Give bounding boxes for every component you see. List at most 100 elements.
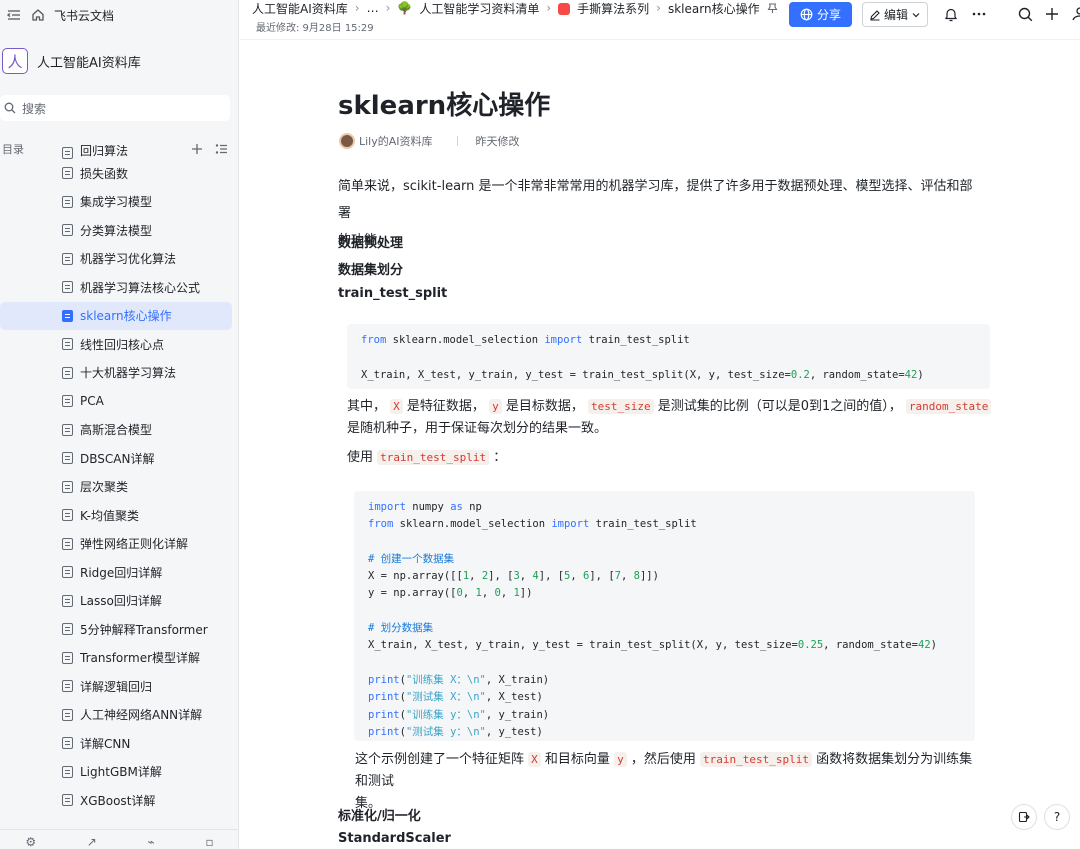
sidebar-item[interactable]: DBSCAN详解	[0, 444, 232, 473]
document-icon	[62, 566, 73, 579]
document-icon	[62, 537, 73, 550]
text: 和目标向量	[544, 752, 610, 767]
sidebar-item[interactable]: PCA	[0, 387, 232, 416]
space-header[interactable]: 人 人工智能AI资料库	[0, 30, 238, 92]
sidebar-item-label: DBSCAN详解	[80, 451, 155, 466]
sidebar-item[interactable]: 分类算法模型	[0, 216, 232, 245]
sidebar-item[interactable]: sklearn核心操作	[0, 301, 232, 330]
document-icon	[62, 594, 73, 607]
breadcrumb-item-space[interactable]: 人工智能AI资料库	[252, 0, 348, 17]
document-icon	[62, 309, 73, 322]
share-icon[interactable]: ↗	[87, 835, 97, 849]
text: 是特征数据，	[406, 399, 485, 414]
search-input[interactable]: 搜索	[0, 95, 230, 121]
edit-button[interactable]: 编辑	[862, 2, 928, 27]
sidebar-item[interactable]: 集成学习模型	[0, 188, 232, 217]
sidebar-item-label: 5分钟解释Transformer	[80, 622, 208, 637]
home-icon[interactable]	[30, 7, 46, 23]
toc-list: 回归算法 损失函数集成学习模型 分类算法模型机器学习优化算法机器学习算法核心公式 sk…	[0, 145, 238, 815]
help-icon[interactable]: ?	[1044, 804, 1070, 830]
document-icon	[62, 680, 73, 693]
sidebar-item-label: 弹性网络正则化详解	[80, 537, 189, 552]
share-button[interactable]: 分享	[789, 2, 852, 27]
bell-icon[interactable]	[941, 4, 961, 24]
user-icon[interactable]	[1068, 4, 1080, 24]
text: 是目标数据，	[505, 399, 584, 414]
sidebar-item[interactable]: 线性回归核心点	[0, 330, 232, 359]
sidebar-item[interactable]: XGBoost详解	[0, 786, 232, 815]
inline-code: X	[528, 752, 541, 767]
sidebar-item[interactable]: 人工神经网络ANN详解	[0, 701, 232, 730]
document: sklearn核心操作 Lily的AI资料库 昨天修改 简单来说，scikit-…	[240, 41, 1080, 849]
inline-code: random_state	[905, 399, 992, 414]
sidebar-item[interactable]: 损失函数	[0, 159, 232, 188]
code-block-1[interactable]: from sklearn.model_selection import trai…	[347, 324, 990, 389]
series-icon	[558, 3, 571, 15]
sidebar-item[interactable]: 5分钟解释Transformer	[0, 615, 232, 644]
sidebar-item-label: 机器学习优化算法	[80, 252, 177, 267]
document-icon	[62, 509, 73, 522]
sidebar-item-label: 层次聚类	[80, 480, 129, 495]
sidebar: 飞书云文档 人 人工智能AI资料库 搜索 目录 回归算法 损失函数 集成学习模型 分类…	[0, 0, 239, 849]
code-block-2[interactable]: import numpy as np from sklearn.model_se…	[354, 491, 975, 741]
sidebar-item[interactable]: K-均值聚类	[0, 501, 232, 530]
sidebar-item[interactable]: 十大机器学习算法	[0, 359, 232, 388]
breadcrumb-item-current[interactable]: sklearn核心操作	[668, 0, 760, 17]
sidebar-item[interactable]: LightGBM详解	[0, 758, 232, 787]
inline-code: train_test_split	[377, 450, 490, 465]
more-icon[interactable]	[969, 4, 989, 24]
author-name[interactable]: Lily的AI资料库	[359, 133, 433, 149]
intro-line-1: 简单来说，scikit-learn 是一个非常非常常用的机器学习库，提供了许多用…	[338, 179, 973, 221]
sidebar-item[interactable]: 机器学习优化算法	[0, 245, 232, 274]
breadcrumb-item-series[interactable]: 手撕算法系列	[577, 0, 649, 17]
sidebar-item-label: 十大机器学习算法	[80, 366, 177, 381]
breadcrumb: 人工智能AI资料库 › … › 🌳 人工智能学习资料清单 › 手撕算法系列 › …	[252, 0, 778, 16]
comment-icon[interactable]	[1011, 804, 1037, 830]
sidebar-item-label: 高斯混合模型	[80, 423, 153, 438]
sidebar-item-label: 集成学习模型	[80, 195, 153, 210]
pin-icon[interactable]	[767, 2, 778, 14]
sidebar-item-label: 线性回归核心点	[80, 337, 165, 352]
sidebar-item[interactable]: Ridge回归详解	[0, 558, 232, 587]
sidebar-item[interactable]: 回归算法	[0, 145, 232, 159]
document-icon	[62, 452, 73, 465]
sidebar-item[interactable]: 机器学习算法核心公式	[0, 273, 232, 302]
sidebar-item[interactable]: 详解CNN	[0, 729, 232, 758]
search-icon	[4, 102, 16, 114]
stats-icon[interactable]: ⌁	[148, 835, 155, 849]
sidebar-item[interactable]: Lasso回归详解	[0, 587, 232, 616]
trash-icon[interactable]: ▫	[205, 835, 213, 849]
sidebar-item[interactable]: 层次聚类	[0, 473, 232, 502]
app-name[interactable]: 飞书云文档	[54, 7, 114, 24]
heading-train-test-split: train_test_split	[338, 286, 448, 301]
document-icon	[62, 651, 73, 664]
sidebar-item-label: LightGBM详解	[80, 765, 162, 780]
search-icon[interactable]	[1015, 4, 1035, 24]
author-info: Lily的AI资料库 昨天修改	[339, 133, 520, 149]
document-icon	[62, 765, 73, 778]
sidebar-item-label: Transformer模型详解	[80, 651, 201, 666]
edit-label: 编辑	[883, 8, 908, 22]
sidebar-item-label: K-均值聚类	[80, 508, 139, 523]
sidebar-item-label: 分类算法模型	[80, 223, 153, 238]
example-explain-line-2: 集。	[355, 796, 382, 811]
inline-code: y	[614, 752, 627, 767]
settings-icon[interactable]: ⚙	[25, 835, 36, 849]
explain-paragraph: 其中， X 是特征数据， y 是目标数据， test_size 是测试集的比例（…	[347, 396, 997, 440]
sidebar-item[interactable]: Transformer模型详解	[0, 644, 232, 673]
sidebar-item[interactable]: 弹性网络正则化详解	[0, 530, 232, 559]
document-icon	[62, 794, 73, 807]
breadcrumb-separator: ›	[656, 1, 661, 15]
sidebar-item-label: 详解逻辑回归	[80, 679, 153, 694]
breadcrumb-ellipsis[interactable]: …	[367, 1, 379, 15]
sidebar-item-label: 详解CNN	[80, 736, 131, 751]
plus-icon[interactable]	[1042, 4, 1062, 24]
sidebar-item[interactable]: 高斯混合模型	[0, 416, 232, 445]
document-icon	[62, 708, 73, 721]
avatar[interactable]	[339, 133, 355, 149]
collapse-sidebar-icon[interactable]	[6, 7, 22, 23]
sidebar-item[interactable]: 详解逻辑回归	[0, 672, 232, 701]
document-icon	[62, 147, 73, 159]
breadcrumb-item-list[interactable]: 人工智能学习资料清单	[419, 0, 539, 17]
sidebar-item-label: XGBoost详解	[80, 793, 156, 808]
